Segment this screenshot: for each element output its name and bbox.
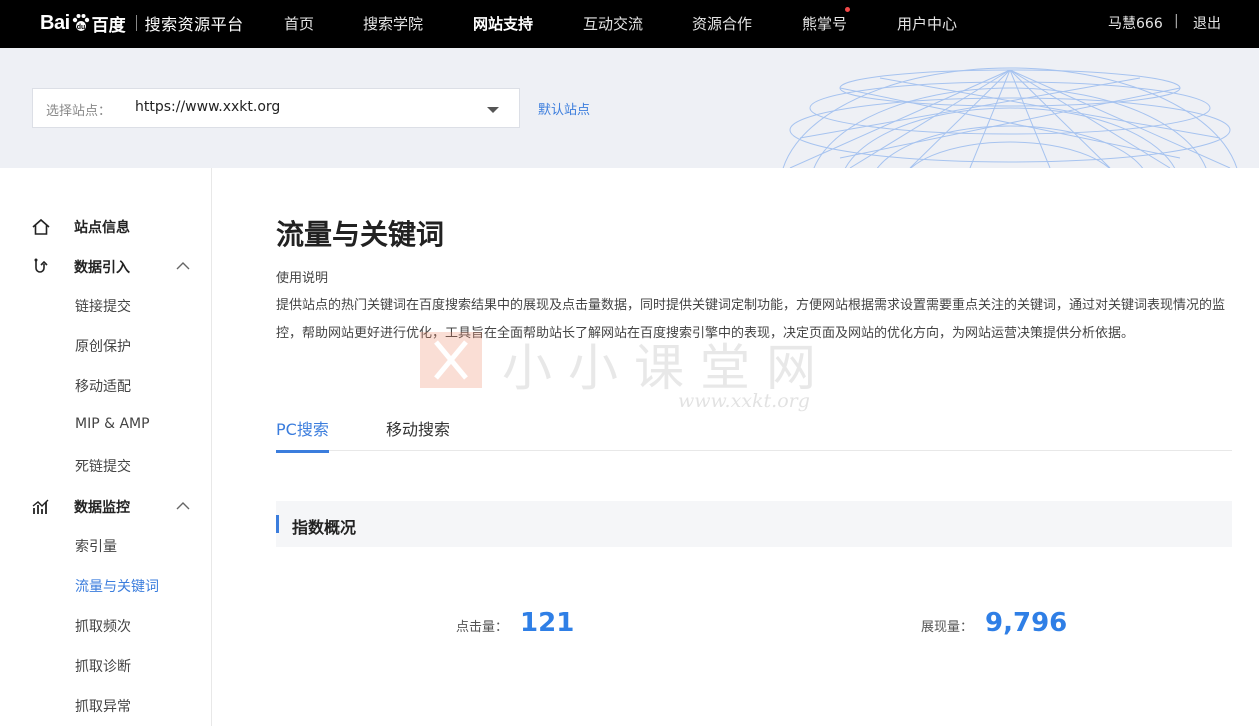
default-site-link[interactable]: 默认站点 — [538, 99, 590, 118]
section-header-index-overview: 指数概况 — [276, 501, 1232, 547]
site-selector-value: https://www.xxkt.org — [135, 99, 281, 115]
metric-value: 121 — [520, 608, 575, 638]
tab-pc-search[interactable]: PC搜索 — [276, 416, 329, 453]
baidu-logo[interactable]: Bai du 百度 搜索资源平台 — [40, 8, 244, 38]
notification-dot — [845, 7, 850, 12]
user-separator: | — [1174, 13, 1179, 29]
paw-icon: du — [72, 14, 89, 31]
chevron-up-icon[interactable] — [176, 261, 190, 271]
sidebar-group-label: 数据引入 — [74, 260, 130, 276]
tab-mobile-search[interactable]: 移动搜索 — [386, 416, 450, 450]
nav-resource-cooperation[interactable]: 资源合作 — [692, 13, 752, 34]
site-selector[interactable]: 选择站点： https://www.xxkt.org — [32, 88, 520, 128]
sidebar-item-mobile-adaptation[interactable]: 移动适配 — [75, 376, 131, 396]
sidebar-item-traffic-keywords[interactable]: 流量与关键词 — [75, 576, 159, 596]
usage-instructions-title: 使用说明 — [276, 271, 329, 286]
sidebar-group-label: 站点信息 — [74, 220, 130, 236]
dropdown-caret-icon[interactable] — [487, 107, 499, 113]
username-link[interactable]: 马慧666 — [1108, 13, 1163, 33]
site-selector-label: 选择站点： — [46, 104, 112, 119]
sidebar-group-data-monitor[interactable]: 数据监控 — [30, 496, 190, 518]
metric-label: 点击量： — [456, 620, 509, 635]
sidebar-item-dead-link[interactable]: 死链提交 — [75, 456, 131, 476]
sidebar-item-original-protection[interactable]: 原创保护 — [75, 336, 131, 356]
sidebar-item-crawl-error[interactable]: 抓取异常 — [75, 696, 131, 716]
metric-clicks: 点击量： 121 — [456, 608, 574, 638]
chart-icon — [32, 499, 49, 514]
nav-academy[interactable]: 搜索学院 — [363, 13, 423, 34]
sidebar-item-link-submit[interactable]: 链接提交 — [75, 296, 131, 316]
nav-site-support[interactable]: 网站支持 — [473, 13, 533, 34]
sidebar-group-label: 数据监控 — [74, 500, 130, 516]
nav-xiongzhang[interactable]: 熊掌号 — [802, 13, 847, 34]
logo-divider — [135, 15, 137, 31]
page-title: 流量与关键词 — [276, 218, 445, 251]
sidebar-item-crawl-frequency[interactable]: 抓取频次 — [75, 616, 131, 636]
sidebar-item-crawl-diagnosis[interactable]: 抓取诊断 — [75, 656, 131, 676]
platform-title: 搜索资源平台 — [144, 15, 244, 34]
chevron-up-icon[interactable] — [176, 501, 190, 511]
sidebar-item-mip-amp[interactable]: MIP & AMP — [75, 416, 150, 432]
home-icon — [32, 218, 50, 235]
globe-network-graphic — [782, 67, 1238, 168]
svg-text:du: du — [76, 24, 85, 31]
logo-text-du: 百度 — [91, 15, 126, 36]
sidebar: 站点信息 数据引入 链接提交 原创保护 移动适配 MIP & AMP 死链提交 … — [0, 168, 212, 726]
sidebar-group-site-info[interactable]: 站点信息 — [30, 216, 130, 238]
metric-impressions: 展现量： 9,796 — [921, 608, 1067, 638]
nav-user-center[interactable]: 用户中心 — [897, 13, 957, 34]
top-navbar: Bai du 百度 搜索资源平台 首页 搜索学院 网站支持 互动交流 资源合作 … — [0, 0, 1259, 48]
nav-interaction[interactable]: 互动交流 — [583, 13, 643, 34]
metric-value: 9,796 — [985, 608, 1068, 638]
logo-text-bai: Bai — [40, 11, 70, 34]
search-type-tabs: PC搜索 移动搜索 — [276, 408, 1232, 453]
usage-description: 提供站点的热门关键词在百度搜索结果中的展现及点击量数据，同时提供关键词定制功能，… — [276, 298, 1226, 341]
sidebar-item-index-volume[interactable]: 索引量 — [75, 536, 117, 556]
nav-home[interactable]: 首页 — [284, 13, 314, 34]
section-accent-bar — [276, 515, 279, 533]
site-banner: 选择站点： https://www.xxkt.org 默认站点 — [0, 48, 1259, 168]
metric-label: 展现量： — [921, 620, 974, 635]
section-title: 指数概况 — [292, 518, 357, 537]
logout-link[interactable]: 退出 — [1193, 13, 1221, 33]
sidebar-group-data-import[interactable]: 数据引入 — [30, 256, 190, 278]
data-import-icon — [34, 258, 48, 273]
